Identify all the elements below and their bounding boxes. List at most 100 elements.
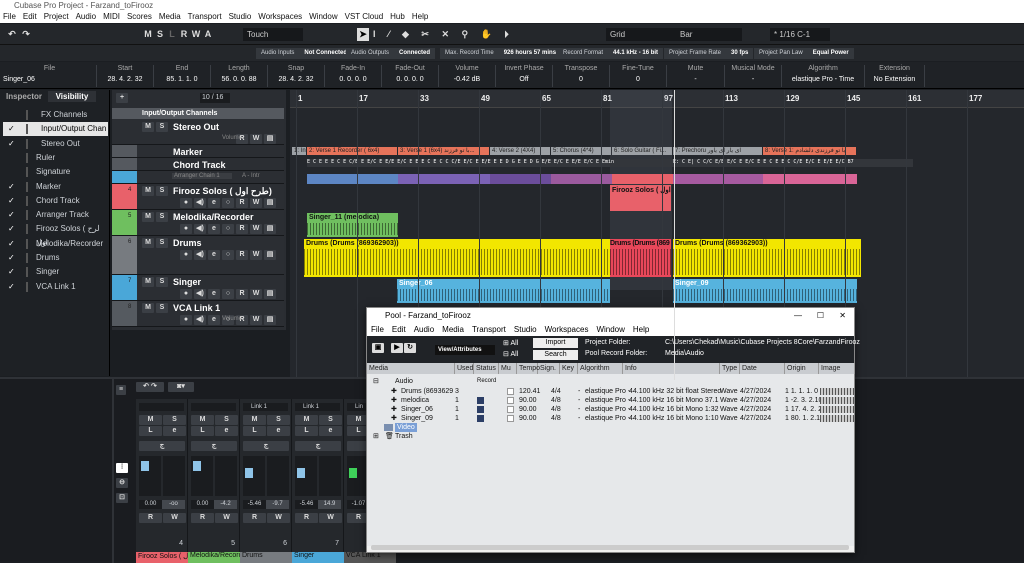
fader-handle[interactable] [141,461,149,471]
arranger-event[interactable]: 4: Verse 2 (4X4) [490,147,550,155]
snap-type-select[interactable]: Grid [606,28,676,41]
mixer-menu-icon[interactable]: ≡ [116,385,126,395]
menu-transport[interactable]: Transport [188,11,222,23]
column-header-media[interactable]: Media [367,363,455,374]
arranger-event[interactable]: 3: Verse 1 (6x4) با تو فرزند... [398,147,489,155]
volume-value[interactable]: -5.46 [295,500,318,509]
pool-menu-help[interactable]: Help [633,324,649,336]
visibility-item[interactable]: ✓ Arranger Track [3,208,108,222]
track-write-automation-button[interactable]: W [250,250,262,260]
arranger-chain-select[interactable]: Arranger Chain 1 [172,173,232,179]
volume-value[interactable]: 0.00 [191,500,214,509]
track-edit-button[interactable]: e [208,250,220,260]
channel-listen-button[interactable]: L [295,426,318,436]
tab-inspector[interactable]: Inspector [2,91,46,102]
channel-edit-button[interactable]: e [163,426,186,436]
tab-visibility[interactable]: Visibility [48,91,96,102]
visibility-item[interactable]: ✓ Stereo Out [3,137,108,151]
channel-mute-button[interactable]: M [243,415,266,425]
column-header-sign[interactable]: Sign. [538,363,560,374]
read-automation-button[interactable]: R [295,513,318,523]
info-extension[interactable]: Extension No Extension [865,65,925,87]
channel-solo-button[interactable]: S [215,415,238,425]
column-header-origin time[interactable]: Origin Time [785,363,819,383]
vca-link-label[interactable] [191,403,236,411]
grid-type-select[interactable]: Bar [676,28,742,41]
clip-drums-3[interactable]: Drums (Drums (869362903)) [673,239,861,277]
column-header-tempo[interactable]: Tempo [517,363,540,374]
menu-vst-cloud[interactable]: VST Cloud [345,11,384,23]
checkmark-icon[interactable]: ✓ [8,222,15,236]
track-monitor-button[interactable]: ◀) [194,289,206,299]
track-record-button[interactable]: ● [180,198,192,208]
project-cursor[interactable] [674,90,675,380]
menu-workspaces[interactable]: Workspaces [258,11,302,23]
collapse-all[interactable]: ⊟ All [503,350,518,358]
mixer-tab-icon[interactable]: ⫶ [116,463,128,473]
track-monitor-button[interactable]: ◀) [194,315,206,325]
visibility-item[interactable]: ✓ Drums [3,251,108,265]
info-snap[interactable]: Snap 28. 4. 2. 32 [268,65,325,87]
info-volume[interactable]: Volume -0.42 dB [439,65,496,87]
volume-value[interactable]: -5.46 [243,500,266,509]
global-l-button[interactable]: L [166,28,178,41]
write-automation-button[interactable]: W [163,513,186,523]
mute-button[interactable]: M [142,303,154,313]
visibility-item[interactable]: ✓ Melodika/Recorder [3,237,108,251]
solo-button[interactable]: S [156,212,168,222]
expand-icon[interactable]: ⊞ [373,432,379,441]
redo-icon[interactable]: ↷ [20,28,32,41]
channel-name[interactable]: Firooz Solos ( لرح اول [136,552,188,563]
info-start[interactable]: Start 28. 4. 2. 32 [97,65,154,87]
tool-icons[interactable]: I ⁄ ◆ ✂ ✕ ⚲ ✋ ⏵ [373,28,523,41]
editor-tab-icon[interactable]: ⊖ [116,478,128,488]
menu-edit[interactable]: Edit [23,11,37,23]
track-read-automation-button[interactable]: R [236,198,248,208]
column-header-key[interactable]: Key [560,363,578,374]
pan-knob[interactable]: ج [191,441,237,451]
info-fine-tune[interactable]: Fine-Tune 0 [610,65,667,87]
arranger-event[interactable]: 5: Chorus (4*4) [551,147,611,155]
channel-name[interactable]: Drums [240,552,292,563]
arranger-event[interactable]: 1: In [292,147,306,155]
channel-name[interactable]: Singer [292,552,344,563]
add-track-button[interactable]: + [116,93,128,103]
column-header-mu[interactable]: Mu [499,363,517,374]
menu-project[interactable]: Project [44,11,69,23]
checkmark-icon[interactable]: ✓ [8,194,15,208]
menu-help[interactable]: Help [412,11,428,23]
track-record-button[interactable]: ● [180,289,192,299]
mixer-undo-redo[interactable]: ↶ ↷ [136,382,164,392]
pool-media-row[interactable]: ✚ Singer_09 1 90.00 4/8 - elastique Pro -44.10… [367,414,854,423]
musical-mode-checkbox[interactable] [507,397,514,404]
track-arranger-chain-1[interactable]: Arranger Chain 1 A - Intr [112,171,284,184]
solo-button[interactable]: S [156,303,168,313]
track-marker[interactable]: Marker [112,145,284,158]
track-vca-link-1[interactable]: 8 VCA Link 1 M S ● ◀) e ○ R W ▤ Volume [112,301,284,327]
solo-button[interactable]: S [156,238,168,248]
column-header-type[interactable]: Type [720,363,740,374]
channel-mute-button[interactable]: M [191,415,214,425]
track-write-automation-button[interactable]: W [250,134,262,144]
checkmark-icon[interactable]: ✓ [8,180,15,194]
checkmark-icon[interactable]: ✓ [8,122,15,136]
track-melodika-recorder[interactable]: 5 Melodika/Recorder M S ● ◀) e ○ R W ▤ [112,210,284,236]
musical-mode-checkbox[interactable] [507,415,514,422]
track-lanes-button[interactable]: ▤ [264,224,276,234]
track-record-button[interactable]: ● [180,224,192,234]
checkmark-icon[interactable]: ✓ [8,265,15,279]
read-automation-button[interactable]: R [191,513,214,523]
pool-menu-transport[interactable]: Transport [472,324,506,336]
info-mute[interactable]: Mute - [667,65,725,87]
folder-track-io[interactable]: Input/Output Channels [112,108,284,119]
mute-button[interactable]: M [142,238,154,248]
mute-button[interactable]: M [142,122,154,132]
pool-menu-media[interactable]: Media [442,324,464,336]
channel-solo-button[interactable]: S [319,415,342,425]
visibility-item[interactable]: Ruler [3,151,108,165]
play-button[interactable]: ▶ [391,343,403,353]
track-read-button[interactable]: ○ [222,198,234,208]
track-lanes-button[interactable]: ▤ [264,289,276,299]
write-automation-button[interactable]: W [319,513,342,523]
fader-handle[interactable] [349,468,357,478]
